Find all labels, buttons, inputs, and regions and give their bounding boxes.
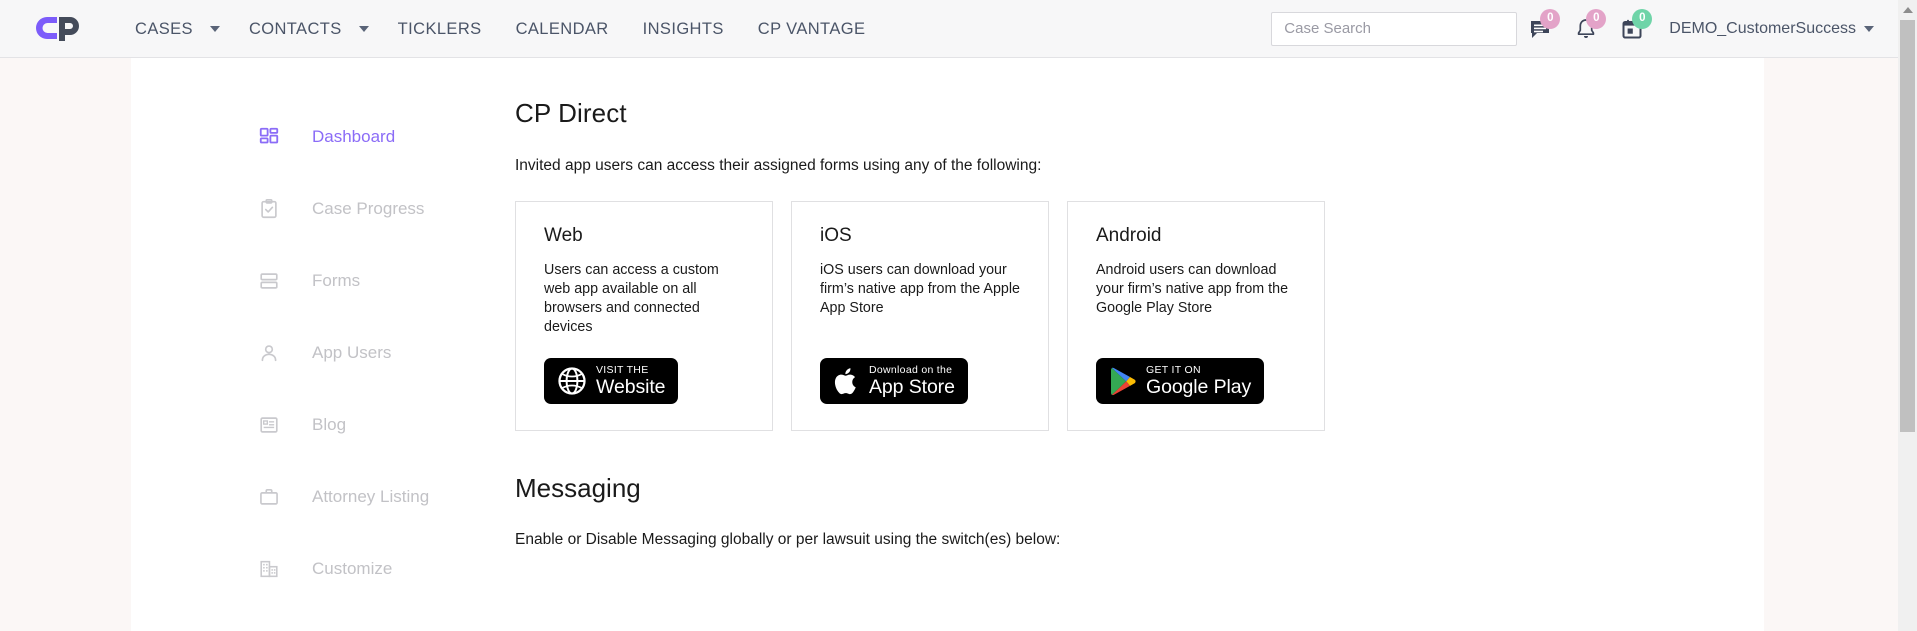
briefcase-icon bbox=[256, 484, 282, 510]
section-title-messaging: Messaging bbox=[515, 473, 641, 504]
sidebar-item-attorney-listing[interactable]: Attorney Listing bbox=[131, 475, 511, 518]
calendar-button[interactable]: 0 bbox=[1609, 8, 1655, 49]
nav-caret-contacts[interactable] bbox=[358, 25, 375, 32]
google-play-icon bbox=[1111, 367, 1136, 396]
globe-icon bbox=[558, 367, 586, 396]
nav-item-cp-vantage[interactable]: CP VANTAGE bbox=[741, 0, 883, 58]
visit-website-label-group: VISIT THE Website bbox=[596, 364, 666, 398]
apple-logo-icon bbox=[834, 368, 856, 395]
article-icon bbox=[256, 412, 282, 438]
application-window: CASES CONTACTS TICKLERS CALENDAR INSIGHT… bbox=[0, 0, 1917, 631]
case-search-input[interactable] bbox=[1271, 11, 1518, 46]
card-description-android: Android users can download your firm’s n… bbox=[1096, 262, 1289, 316]
settings-sidebar: Dashboard Case Progress Forms App Users … bbox=[131, 58, 511, 619]
cp-logo-icon bbox=[36, 16, 79, 41]
nav-item-contacts[interactable]: CONTACTS bbox=[232, 0, 359, 58]
cp-logo[interactable] bbox=[0, 14, 118, 44]
building-icon bbox=[256, 556, 282, 582]
scrollbar-up-button[interactable] bbox=[1898, 0, 1917, 19]
google-play-button[interactable]: GET IT ON Google Play bbox=[1096, 358, 1265, 405]
messaging-section: Messaging Enable or Disable Messaging gl… bbox=[515, 473, 1755, 549]
platform-card-web: Web Users can access a custom web app av… bbox=[515, 201, 773, 432]
sidebar-item-case-progress[interactable]: Case Progress bbox=[131, 187, 511, 230]
sidebar-item-blog[interactable]: Blog bbox=[131, 403, 511, 446]
sidebar-label-case-progress: Case Progress bbox=[312, 198, 425, 218]
sidebar-item-app-users[interactable]: App Users bbox=[131, 331, 511, 374]
google-play-label-group: GET IT ON Google Play bbox=[1146, 364, 1252, 398]
main-menu: CASES CONTACTS TICKLERS CALENDAR INSIGHT… bbox=[118, 0, 882, 58]
messages-badge: 0 bbox=[1540, 8, 1561, 29]
dashboard-grid-icon bbox=[256, 124, 282, 150]
messaging-intro: Enable or Disable Messaging globally or … bbox=[515, 531, 1061, 549]
calendar-badge: 0 bbox=[1632, 8, 1653, 29]
cp-direct-intro: Invited app users can access their assig… bbox=[515, 157, 1042, 174]
person-icon bbox=[256, 340, 282, 366]
app-store-label-group: Download on the App Store bbox=[869, 364, 955, 398]
notifications-badge: 0 bbox=[1586, 8, 1607, 29]
page-body: Dashboard Case Progress Forms App Users … bbox=[0, 58, 1898, 631]
chevron-up-icon bbox=[1902, 6, 1913, 13]
sidebar-label-attorney-listing: Attorney Listing bbox=[312, 486, 430, 506]
clipboard-check-icon bbox=[256, 196, 282, 222]
user-account-name: DEMO_CustomerSuccess bbox=[1669, 19, 1856, 37]
sidebar-label-blog: Blog bbox=[312, 414, 347, 434]
forms-rows-icon bbox=[256, 268, 282, 294]
notifications-button[interactable]: 0 bbox=[1563, 8, 1609, 49]
sidebar-label-forms: Forms bbox=[312, 270, 361, 290]
chevron-down-icon bbox=[358, 25, 369, 32]
platform-card-ios: iOS iOS users can download your firm’s n… bbox=[791, 201, 1049, 432]
visit-website-big-label: Website bbox=[596, 375, 666, 398]
card-description-ios: iOS users can download your firm’s nativ… bbox=[820, 262, 1020, 316]
scrollbar-thumb[interactable] bbox=[1900, 20, 1915, 432]
sidebar-label-app-users: App Users bbox=[312, 342, 392, 362]
visit-website-button[interactable]: VISIT THE Website bbox=[544, 358, 679, 405]
chevron-down-icon bbox=[1864, 25, 1874, 32]
sidebar-item-dashboard[interactable]: Dashboard bbox=[131, 115, 511, 158]
platform-card-android: Android Android users can download your … bbox=[1067, 201, 1325, 432]
nav-item-calendar[interactable]: CALENDAR bbox=[499, 0, 626, 58]
sidebar-label-dashboard: Dashboard bbox=[312, 126, 396, 146]
nav-right-cluster: 0 0 0 bbox=[1271, 8, 1898, 49]
card-title-android: Android bbox=[1096, 225, 1162, 246]
page-title-cp-direct: CP Direct bbox=[515, 98, 627, 128]
user-account-menu[interactable]: DEMO_CustomerSuccess bbox=[1669, 20, 1874, 38]
card-title-web: Web bbox=[544, 225, 583, 246]
main-content: CP Direct Invited app users can access t… bbox=[515, 58, 1755, 549]
card-description-web: Users can access a custom web app availa… bbox=[544, 262, 719, 335]
nav-item-insights[interactable]: INSIGHTS bbox=[626, 0, 741, 58]
nav-item-ticklers[interactable]: TICKLERS bbox=[381, 0, 499, 58]
app-store-big-label: App Store bbox=[869, 375, 955, 398]
sidebar-item-forms[interactable]: Forms bbox=[131, 259, 511, 302]
vertical-scrollbar[interactable] bbox=[1898, 0, 1917, 631]
messages-button[interactable]: 0 bbox=[1517, 8, 1563, 49]
nav-item-cases[interactable]: CASES bbox=[118, 0, 210, 58]
google-play-big-label: Google Play bbox=[1146, 375, 1252, 398]
platform-card-row: Web Users can access a custom web app av… bbox=[515, 201, 1755, 432]
top-navigation-bar: CASES CONTACTS TICKLERS CALENDAR INSIGHT… bbox=[0, 0, 1898, 58]
content-sheet: Dashboard Case Progress Forms App Users … bbox=[131, 58, 1764, 631]
card-title-ios: iOS bbox=[820, 225, 852, 246]
app-store-button[interactable]: Download on the App Store bbox=[820, 358, 968, 405]
sidebar-item-customize[interactable]: Customize bbox=[131, 547, 511, 590]
chevron-down-icon bbox=[209, 25, 220, 32]
sidebar-label-customize: Customize bbox=[312, 558, 393, 578]
nav-caret-cases[interactable] bbox=[209, 25, 226, 32]
